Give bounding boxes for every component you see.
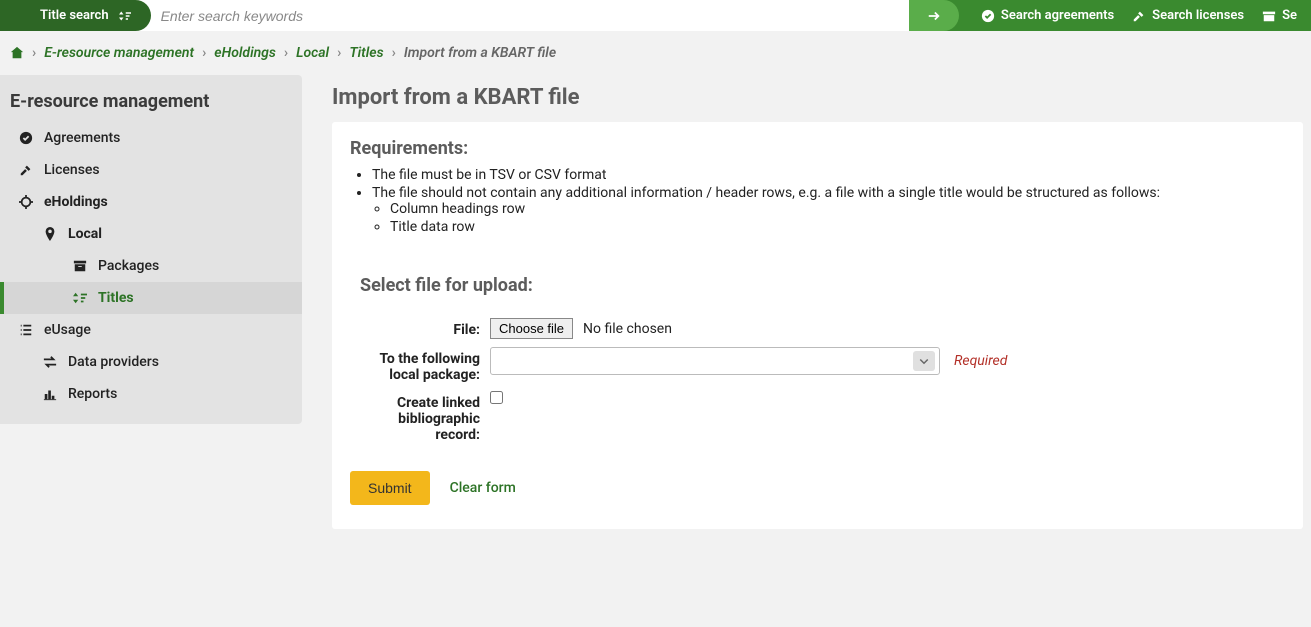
check-circle-icon [18, 131, 34, 145]
required-label: Required [954, 353, 1007, 369]
breadcrumb-current: Import from a KBART file [404, 45, 556, 61]
top-action-label: Se [1282, 8, 1297, 23]
requirement-subitem: Column headings row [390, 201, 1285, 217]
sidebar-item-eusage[interactable]: eUsage [0, 314, 302, 346]
submit-button[interactable]: Submit [350, 471, 430, 505]
file-label: File: [360, 318, 490, 338]
breadcrumb-sep: › [284, 45, 288, 61]
page-title: Import from a KBART file [332, 85, 1303, 110]
sidebar-item-label: Local [68, 226, 102, 242]
requirement-item: The file must be in TSV or CSV format [372, 167, 1285, 183]
sidebar-heading: E-resource management [0, 83, 302, 122]
requirement-text: The file should not contain any addition… [372, 185, 1160, 201]
create-bib-checkbox[interactable] [490, 391, 503, 404]
archive-icon [72, 259, 88, 273]
sidebar-item-eholdings[interactable]: eHoldings [0, 186, 302, 218]
breadcrumb: › E-resource management › eHoldings › Lo… [0, 31, 1311, 75]
requirement-item: The file should not contain any addition… [372, 185, 1285, 235]
sidebar-item-label: eHoldings [44, 194, 108, 210]
sidebar-item-licenses[interactable]: Licenses [0, 154, 302, 186]
gavel-icon [1132, 9, 1146, 23]
search-type-label: Title search [40, 8, 109, 23]
sidebar-item-packages[interactable]: Packages [0, 250, 302, 282]
requirement-subitem: Title data row [390, 219, 1285, 235]
sidebar-item-label: Reports [68, 386, 117, 402]
form-row-file: File: Choose file No file chosen [360, 318, 1285, 339]
sidebar-item-label: Licenses [44, 162, 100, 178]
form-row-package: To the following local package: Required [360, 347, 1285, 383]
search-licenses-link[interactable]: Search licenses [1132, 8, 1244, 23]
search-submit-button[interactable] [909, 0, 959, 31]
breadcrumb-sep: › [202, 45, 206, 61]
form-actions: Submit Clear form [350, 471, 1285, 505]
list-icon [18, 323, 34, 337]
map-pin-icon [42, 227, 58, 241]
sidebar-item-local[interactable]: Local [0, 218, 302, 250]
sidebar-item-data-providers[interactable]: Data providers [0, 346, 302, 378]
breadcrumb-sep: › [337, 45, 341, 61]
arrow-right-icon [927, 9, 941, 23]
requirements-sublist: Column headings row Title data row [390, 201, 1285, 235]
sidebar-item-reports[interactable]: Reports [0, 378, 302, 410]
choose-file-button[interactable]: Choose file [490, 318, 573, 339]
sidebar: E-resource management Agreements License… [0, 75, 302, 424]
select-file-heading: Select file for upload: [360, 275, 1285, 296]
breadcrumb-sep: › [392, 45, 396, 61]
sidebar-item-label: Data providers [68, 354, 159, 370]
requirements-heading: Requirements: [350, 138, 1285, 159]
sort-icon [117, 10, 133, 22]
archive-icon [1262, 9, 1276, 23]
form-row-bib: Create linked bibliographic record: [360, 391, 1285, 443]
breadcrumb-eholdings[interactable]: eHoldings [214, 45, 276, 61]
requirements-list: The file must be in TSV or CSV format Th… [372, 167, 1285, 235]
panel: Requirements: The file must be in TSV or… [332, 122, 1303, 529]
package-select[interactable] [490, 347, 940, 375]
search-input[interactable] [161, 8, 925, 24]
breadcrumb-local[interactable]: Local [296, 45, 329, 61]
sidebar-item-label: Agreements [44, 130, 120, 146]
crosshair-icon [18, 195, 34, 209]
sidebar-item-titles[interactable]: Titles [0, 282, 302, 314]
breadcrumb-sep: › [32, 45, 36, 61]
sidebar-item-label: eUsage [44, 322, 91, 338]
sidebar-item-label: Titles [98, 290, 134, 306]
package-label: To the following local package: [360, 347, 490, 383]
file-status: No file chosen [583, 321, 672, 337]
upload-section: Select file for upload: File: Choose fil… [350, 275, 1285, 443]
check-circle-icon [981, 9, 995, 23]
top-bar: Title search Search agreements Search li… [0, 0, 1311, 31]
sort-icon [72, 291, 88, 305]
chevron-down-icon [913, 351, 935, 371]
bar-chart-icon [42, 387, 58, 401]
sidebar-item-label: Packages [98, 258, 159, 274]
bib-label: Create linked bibliographic record: [360, 391, 490, 443]
clear-form-link[interactable]: Clear form [450, 480, 516, 496]
main-content: Import from a KBART file Requirements: T… [302, 75, 1311, 559]
search-input-wrap [131, 0, 925, 31]
top-action-label: Search licenses [1152, 8, 1244, 23]
breadcrumb-titles[interactable]: Titles [349, 45, 383, 61]
exchange-icon [42, 355, 58, 369]
home-icon[interactable] [10, 46, 24, 60]
breadcrumb-erm[interactable]: E-resource management [44, 45, 194, 61]
top-action-more[interactable]: Se [1262, 8, 1297, 23]
search-type-selector[interactable]: Title search [0, 0, 151, 31]
top-action-label: Search agreements [1001, 8, 1114, 23]
top-actions: Search agreements Search licenses Se [959, 8, 1311, 23]
main-layout: E-resource management Agreements License… [0, 75, 1311, 559]
sidebar-item-agreements[interactable]: Agreements [0, 122, 302, 154]
gavel-icon [18, 163, 34, 177]
search-agreements-link[interactable]: Search agreements [981, 8, 1114, 23]
